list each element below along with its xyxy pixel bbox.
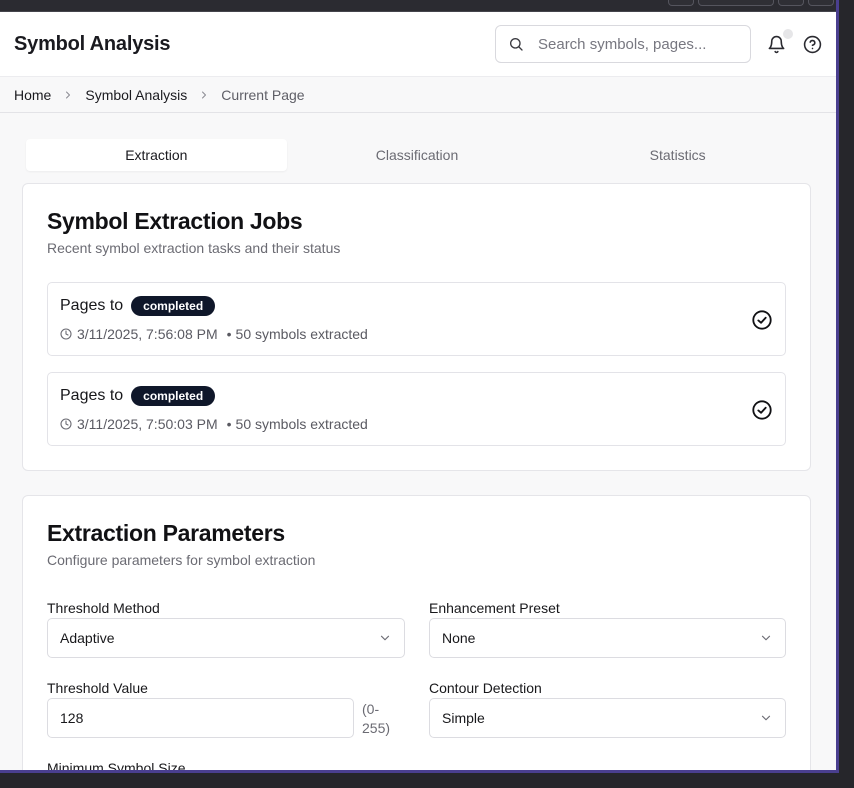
job-timestamp: 3/11/2025, 7:50:03 PM: [77, 416, 218, 432]
notifications-button[interactable]: [766, 29, 793, 54]
threshold-method-value: Adaptive: [60, 630, 115, 646]
job-title-row: Pages to completed: [60, 296, 216, 316]
clock-icon: [60, 328, 72, 340]
params-card-title: Extraction Parameters: [47, 520, 285, 546]
jobs-card-subtitle: Recent symbol extraction tasks and their…: [47, 240, 341, 256]
check-circle-icon: [752, 310, 772, 330]
job-meta: 3/11/2025, 7:56:08 PM • 50 symbols extra…: [60, 326, 368, 342]
chevron-down-icon: [761, 635, 771, 641]
check-circle-icon: [752, 400, 772, 420]
job-item[interactable]: Pages to completed 3/11/2025, 7:50:03 PM…: [47, 372, 786, 446]
chevron-down-icon: [761, 715, 771, 721]
window-toolbar-button: [808, 0, 834, 6]
chevron-right-icon: [198, 89, 210, 101]
job-meta: 3/11/2025, 7:50:03 PM • 50 symbols extra…: [60, 416, 368, 432]
breadcrumb-home[interactable]: Home: [14, 87, 51, 103]
contour-detection-value: Simple: [442, 710, 485, 726]
window-toolbar-button: [668, 0, 694, 6]
enhancement-preset-select[interactable]: None: [429, 618, 786, 658]
job-item[interactable]: Pages to completed 3/11/2025, 7:56:08 PM…: [47, 282, 786, 356]
threshold-method-label: Threshold Method: [47, 600, 160, 616]
window-border: [836, 0, 839, 772]
window-top-strip: [0, 0, 836, 12]
contour-detection-select[interactable]: Simple: [429, 698, 786, 738]
threshold-range-hint-line: 255): [362, 720, 391, 736]
app-window: Symbol Analysis Home Symbol Analysis Cur…: [0, 12, 836, 770]
threshold-range-hint-line: (0-: [362, 701, 380, 717]
search-box[interactable]: [495, 25, 751, 63]
clock-icon: [60, 418, 72, 430]
app-header: Symbol Analysis: [0, 12, 836, 76]
window-toolbar-button: [778, 0, 804, 6]
window-border: [0, 770, 839, 773]
chevron-down-icon: [380, 635, 390, 641]
meta-separator: •: [226, 326, 232, 342]
window-bottom-edge: [0, 770, 839, 788]
tab-statistics[interactable]: Statistics: [547, 139, 808, 171]
extraction-parameters-card: Extraction Parameters Configure paramete…: [22, 495, 811, 770]
threshold-value-input[interactable]: [47, 698, 354, 738]
header-actions: [495, 25, 822, 63]
help-button[interactable]: [802, 34, 822, 54]
notification-dot: [783, 29, 793, 39]
help-circle-icon: [803, 35, 821, 53]
status-badge: completed: [131, 386, 216, 406]
tab-extraction[interactable]: Extraction: [26, 139, 287, 171]
job-result: 50 symbols extracted: [235, 416, 368, 432]
window-toolbar-button: [698, 0, 774, 6]
job-result: 50 symbols extracted: [235, 326, 368, 342]
contour-detection-label: Contour Detection: [429, 680, 542, 696]
status-badge: completed: [131, 296, 216, 316]
job-timestamp: 3/11/2025, 7:56:08 PM: [77, 326, 218, 342]
enhancement-preset-value: None: [442, 630, 476, 646]
params-card-subtitle: Configure parameters for symbol extracti…: [47, 552, 316, 568]
job-name: Pages to: [60, 297, 124, 314]
breadcrumb-current: Current Page: [221, 86, 305, 103]
meta-separator: •: [226, 416, 232, 432]
search-input[interactable]: [538, 35, 728, 53]
min-symbol-size-label: Minimum Symbol Size: [47, 760, 186, 770]
tab-list: Extraction Classification Statistics: [26, 139, 808, 171]
threshold-value-label: Threshold Value: [47, 680, 148, 696]
chevron-right-icon: [62, 89, 74, 101]
window-right-edge: [836, 0, 854, 788]
bell-icon: [768, 35, 784, 53]
threshold-range-hint: (0- 255): [362, 700, 402, 738]
job-title-row: Pages to completed: [60, 386, 216, 406]
breadcrumb-section[interactable]: Symbol Analysis: [85, 87, 187, 103]
search-icon: [510, 38, 523, 51]
page-title: Symbol Analysis: [14, 32, 171, 55]
tab-classification[interactable]: Classification: [287, 139, 548, 171]
enhancement-preset-label: Enhancement Preset: [429, 600, 560, 616]
threshold-method-select[interactable]: Adaptive: [47, 618, 405, 658]
job-name: Pages to: [60, 387, 124, 404]
breadcrumb: Home Symbol Analysis Current Page: [0, 76, 836, 113]
jobs-card-title: Symbol Extraction Jobs: [47, 208, 303, 234]
extraction-jobs-card: Symbol Extraction Jobs Recent symbol ext…: [22, 183, 811, 471]
